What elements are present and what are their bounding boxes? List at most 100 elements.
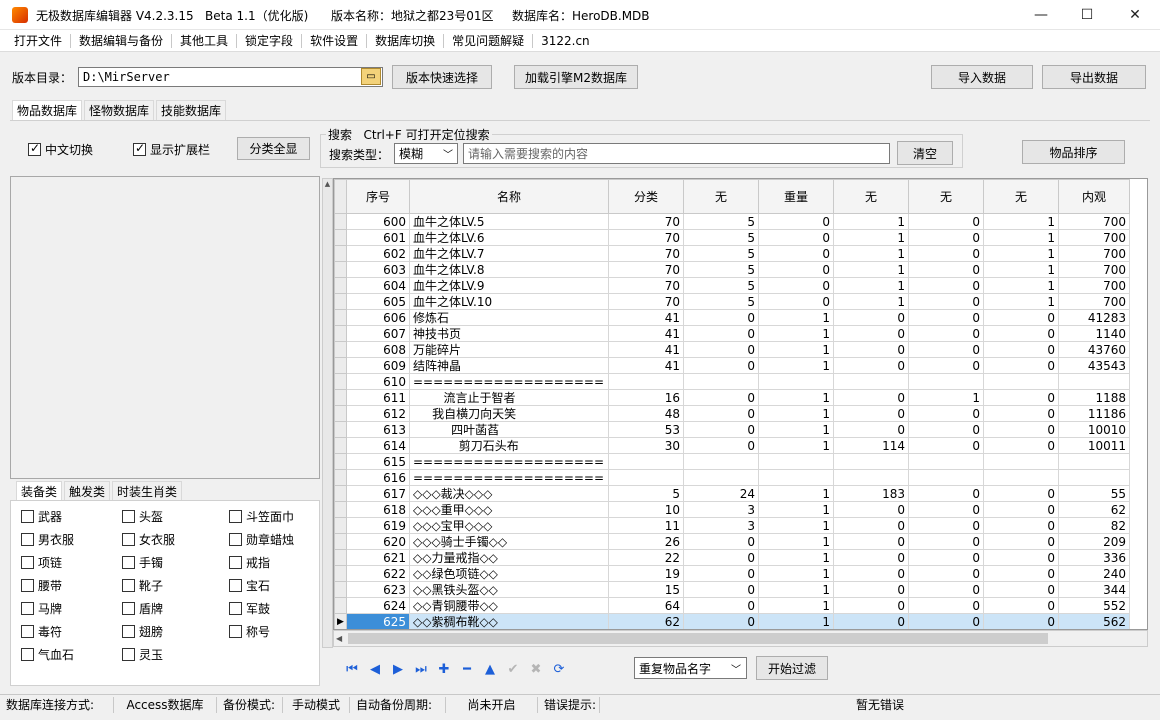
- table-cell[interactable]: 10011: [1058, 437, 1130, 454]
- table-cell[interactable]: 血牛之体LV.9: [409, 277, 609, 294]
- add-icon[interactable]: ✚: [434, 659, 454, 679]
- row-indicator[interactable]: [334, 325, 347, 342]
- table-cell[interactable]: 700: [1058, 245, 1130, 262]
- table-cell[interactable]: [758, 453, 834, 470]
- table-cell[interactable]: 607: [346, 325, 410, 342]
- menu-other-tools[interactable]: 其他工具: [172, 30, 236, 52]
- table-cell[interactable]: 1: [758, 613, 834, 629]
- table-cell[interactable]: 22: [608, 549, 684, 566]
- category-checkbox[interactable]: 毒符: [21, 623, 62, 640]
- table-cell[interactable]: ===================: [409, 373, 609, 390]
- table-row[interactable]: 605 血牛之体LV.10 70 5 0 1 0 1 700: [334, 293, 1130, 310]
- table-cell[interactable]: ◇◇力量戒指◇◇: [409, 549, 609, 566]
- table-cell[interactable]: ◇◇黑铁头盔◇◇: [409, 581, 609, 598]
- table-cell[interactable]: 610: [346, 373, 410, 390]
- table-cell[interactable]: 10010: [1058, 421, 1130, 438]
- table-row[interactable]: 600 血牛之体LV.5 70 5 0 1 0 1 700: [334, 213, 1130, 230]
- table-cell[interactable]: ◇◇◇骑士手镯◇◇: [409, 533, 609, 550]
- table-row[interactable]: 607 神技书页 41 0 1 0 0 0 1140: [334, 325, 1130, 342]
- table-cell[interactable]: 0: [983, 437, 1059, 454]
- table-cell[interactable]: 601: [346, 229, 410, 246]
- table-cell[interactable]: 血牛之体LV.10: [409, 293, 609, 310]
- table-cell[interactable]: 0: [833, 405, 909, 422]
- category-checkbox[interactable]: 称号: [229, 623, 270, 640]
- table-cell[interactable]: 1: [833, 229, 909, 246]
- table-cell[interactable]: 我自横刀向天笑: [409, 405, 609, 422]
- table-cell[interactable]: 血牛之体LV.7: [409, 245, 609, 262]
- row-indicator[interactable]: [334, 357, 347, 374]
- row-indicator[interactable]: [334, 549, 347, 566]
- search-input[interactable]: 请输入需要搜索的内容: [463, 143, 890, 164]
- table-cell[interactable]: 血牛之体LV.6: [409, 229, 609, 246]
- category-checkbox[interactable]: 头盔: [122, 508, 163, 525]
- table-cell[interactable]: 0: [833, 501, 909, 518]
- table-cell[interactable]: 552: [1058, 597, 1130, 614]
- table-cell[interactable]: 0: [833, 549, 909, 566]
- tab-fashion[interactable]: 时装生肖类: [112, 481, 183, 501]
- table-cell[interactable]: 1: [758, 517, 834, 534]
- tab-skills[interactable]: 技能数据库: [156, 100, 227, 120]
- category-checkbox[interactable]: 盾牌: [122, 600, 163, 617]
- table-cell[interactable]: 30: [608, 437, 684, 454]
- tab-items[interactable]: 物品数据库: [12, 100, 83, 120]
- table-cell[interactable]: 1: [833, 213, 909, 230]
- table-cell[interactable]: 四叶菡萏: [409, 421, 609, 438]
- table-cell[interactable]: 0: [908, 261, 984, 278]
- table-cell[interactable]: 613: [346, 421, 410, 438]
- table-cell[interactable]: 3: [683, 517, 759, 534]
- row-indicator[interactable]: [334, 229, 347, 246]
- table-cell[interactable]: 70: [608, 293, 684, 310]
- table-cell[interactable]: 620: [346, 533, 410, 550]
- menu-site[interactable]: 3122.cn: [533, 30, 598, 52]
- table-cell[interactable]: 70: [608, 245, 684, 262]
- table-cell[interactable]: 1: [758, 581, 834, 598]
- table-cell[interactable]: 10: [608, 501, 684, 518]
- table-cell[interactable]: 0: [983, 405, 1059, 422]
- table-cell[interactable]: 625: [346, 613, 410, 629]
- table-cell[interactable]: 1: [983, 229, 1059, 246]
- table-cell[interactable]: 700: [1058, 293, 1130, 310]
- table-cell[interactable]: 619: [346, 517, 410, 534]
- table-cell[interactable]: 43543: [1058, 357, 1130, 374]
- table-cell[interactable]: 0: [908, 485, 984, 502]
- first-icon[interactable]: ⏮: [342, 659, 362, 679]
- col-category[interactable]: 分类: [608, 179, 684, 214]
- table-cell[interactable]: 0: [908, 597, 984, 614]
- table-cell[interactable]: [608, 373, 684, 390]
- table-cell[interactable]: 0: [758, 245, 834, 262]
- table-cell[interactable]: 0: [683, 565, 759, 582]
- table-cell[interactable]: 0: [983, 341, 1059, 358]
- table-cell[interactable]: 1: [983, 277, 1059, 294]
- row-indicator[interactable]: [334, 501, 347, 518]
- table-cell[interactable]: 0: [683, 549, 759, 566]
- table-cell[interactable]: 1188: [1058, 389, 1130, 406]
- table-row[interactable]: 619 ◇◇◇宝甲◇◇◇ 11 3 1 0 0 0 82: [334, 517, 1130, 534]
- table-cell[interactable]: 0: [983, 325, 1059, 342]
- quick-select-button[interactable]: 版本快速选择: [392, 65, 492, 89]
- row-indicator[interactable]: [334, 469, 347, 486]
- table-cell[interactable]: 1140: [1058, 325, 1130, 342]
- table-cell[interactable]: 617: [346, 485, 410, 502]
- row-indicator[interactable]: [334, 309, 347, 326]
- table-cell[interactable]: [1058, 373, 1130, 390]
- table-row[interactable]: 622 ◇◇绿色项链◇◇ 19 0 1 0 0 0 240: [334, 565, 1130, 582]
- table-cell[interactable]: ◇◇◇宝甲◇◇◇: [409, 517, 609, 534]
- table-cell[interactable]: 240: [1058, 565, 1130, 582]
- dir-input[interactable]: D:\MirServer: [78, 67, 383, 87]
- table-cell[interactable]: 0: [833, 309, 909, 326]
- table-cell[interactable]: 结阵神晶: [409, 357, 609, 374]
- table-cell[interactable]: [683, 453, 759, 470]
- table-cell[interactable]: 618: [346, 501, 410, 518]
- table-cell[interactable]: 1: [833, 277, 909, 294]
- table-cell[interactable]: 1: [758, 501, 834, 518]
- table-cell[interactable]: 1: [758, 421, 834, 438]
- table-cell[interactable]: 82: [1058, 517, 1130, 534]
- table-cell[interactable]: 0: [833, 581, 909, 598]
- category-checkbox[interactable]: 女衣服: [122, 531, 175, 548]
- item-grid[interactable]: 序号 名称 分类 无 重量 无 无 无 内观 600 血牛之体LV.5 70 5 0 1 0…: [333, 178, 1148, 630]
- menu-switch-db[interactable]: 数据库切换: [367, 30, 443, 52]
- table-cell[interactable]: 5: [683, 277, 759, 294]
- table-cell[interactable]: 0: [683, 421, 759, 438]
- row-indicator[interactable]: [334, 597, 347, 614]
- table-row[interactable]: 610 ===================: [334, 373, 1130, 390]
